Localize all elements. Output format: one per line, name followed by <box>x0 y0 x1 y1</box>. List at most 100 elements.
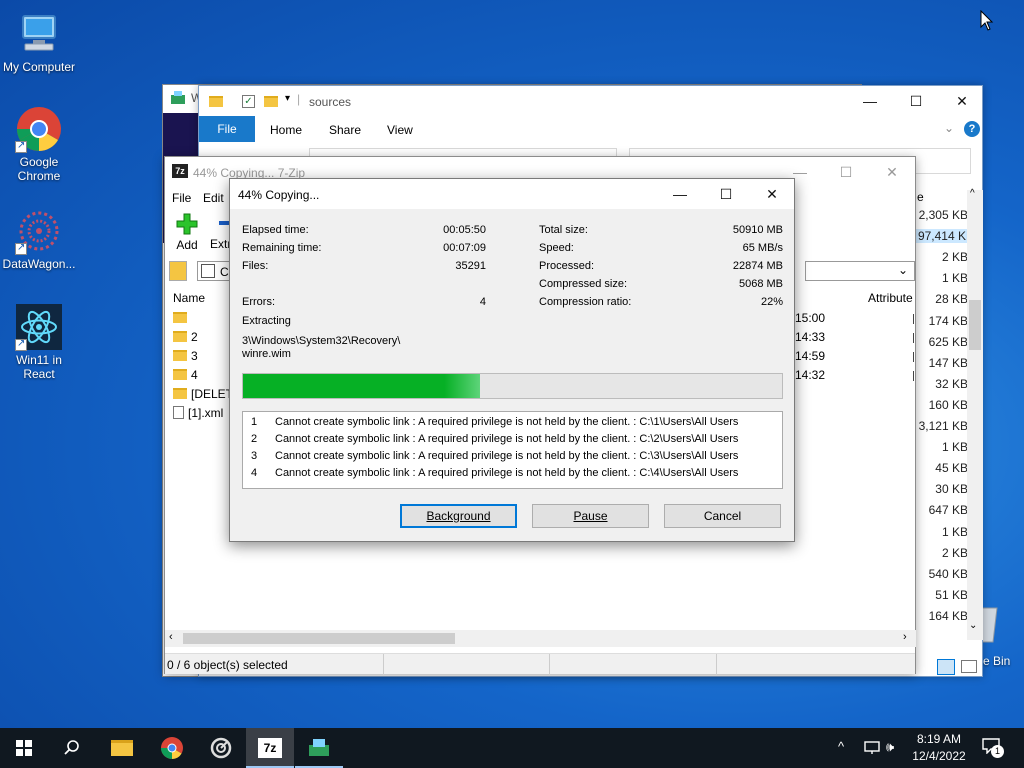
files-value: 35291 <box>455 260 486 272</box>
desktop-icon-my-computer[interactable]: My Computer <box>0 10 78 74</box>
taskbar-app-installer[interactable] <box>295 728 343 768</box>
start-button[interactable] <box>0 728 48 768</box>
action-text: Extracting <box>242 315 291 327</box>
scroll-thumb[interactable] <box>183 633 455 644</box>
shortcut-arrow-icon <box>15 337 27 351</box>
current-file: winre.wim <box>242 348 291 360</box>
search-button[interactable] <box>48 728 96 768</box>
file-modified-time: 14:59 <box>795 349 826 363</box>
log-row[interactable]: 1 Cannot create symbolic link : A require… <box>243 414 782 431</box>
taskbar: 7z ^ 🕪 8:19 AM 12/4/2022 1 <box>0 728 1024 768</box>
log-row-message: Cannot create symbolic link : A required… <box>275 450 739 462</box>
maximize-icon[interactable]: ☐ <box>703 179 749 209</box>
close-icon[interactable]: ✕ <box>749 179 795 209</box>
column-name[interactable]: Name <box>173 291 205 305</box>
chevron-left-icon[interactable]: ‹ <box>169 631 173 643</box>
windows-logo-icon <box>16 740 32 756</box>
taskbar-app-gauge[interactable] <box>197 728 245 768</box>
menu-edit[interactable]: Edit <box>203 191 224 205</box>
mouse-cursor-icon <box>980 10 994 31</box>
menu-file[interactable]: File <box>172 191 191 205</box>
chevron-down-icon[interactable]: ▾ <box>285 93 290 104</box>
minimize-icon[interactable]: — <box>657 179 703 209</box>
file-attribute-marker <box>913 333 914 343</box>
pause-button[interactable]: Pause <box>532 504 649 528</box>
maximize-icon[interactable]: ☐ <box>893 86 939 116</box>
maximize-icon[interactable]: ☐ <box>823 157 869 187</box>
chevron-down-icon[interactable]: ⌄ <box>969 620 977 631</box>
log-row-message: Cannot create symbolic link : A required… <box>275 433 739 445</box>
compression-ratio-value: 22% <box>760 296 783 308</box>
chevron-down-icon[interactable]: ⌄ <box>944 121 954 135</box>
folder-up-icon[interactable] <box>169 261 187 281</box>
taskbar-file-explorer[interactable] <box>98 728 146 768</box>
7zip-logo-icon: 7z <box>172 164 188 178</box>
log-row[interactable]: 3 Cannot create symbolic link : A require… <box>243 448 782 465</box>
app-icon <box>171 91 185 104</box>
log-row-number: 1 <box>251 416 258 428</box>
remaining-label: Remaining time: <box>242 242 322 254</box>
progress-bar <box>242 373 783 399</box>
status-bar: 0 / 6 object(s) selected <box>165 653 915 675</box>
vertical-scrollbar[interactable]: ⌄ ^ <box>967 188 983 640</box>
desktop-icon-datawagon[interactable]: DataWagon... <box>0 207 78 271</box>
desktop-icon-label: DataWagon... <box>2 257 76 271</box>
tab-view[interactable]: View <box>387 123 413 137</box>
copy-progress-dialog[interactable]: 44% Copying... — ☐ ✕ Elapsed time: 00:05… <box>229 178 795 542</box>
file-name: 4 <box>191 368 198 382</box>
clock-date[interactable]: 12/4/2022 <box>906 749 972 763</box>
notification-count: 1 <box>991 745 1004 758</box>
taskbar-7zip[interactable]: 7z <box>246 728 294 768</box>
column-attributes[interactable]: Attribute <box>868 291 913 305</box>
log-row-number: 4 <box>251 467 258 479</box>
notification-button[interactable]: 1 <box>982 738 1004 758</box>
explorer-titlebar[interactable]: ✓ ▾ | sources — ☐ ✕ <box>199 86 982 116</box>
close-icon[interactable]: ✕ <box>869 157 915 187</box>
cancel-button[interactable]: Cancel <box>664 504 781 528</box>
tab-file[interactable]: File <box>199 116 255 142</box>
7zip-logo-icon: 7z <box>258 738 282 758</box>
add-button[interactable]: Add <box>171 213 203 253</box>
drive-icon <box>201 264 215 278</box>
file-name: [1].xml <box>188 406 224 420</box>
file-name: 3 <box>191 349 198 363</box>
chevron-right-icon[interactable]: › <box>903 631 907 643</box>
tab-home[interactable]: Home <box>270 123 302 137</box>
add-label: Add <box>176 238 198 252</box>
error-log[interactable]: 1 Cannot create symbolic link : A require… <box>242 411 783 489</box>
log-row-number: 2 <box>251 433 258 445</box>
computer-icon <box>15 10 63 58</box>
chevron-up-icon[interactable]: ^ <box>838 739 844 754</box>
help-icon[interactable]: ? <box>964 121 980 137</box>
horizontal-scrollbar[interactable]: ‹ › <box>165 630 916 647</box>
log-row[interactable]: 2 Cannot create symbolic link : A require… <box>243 431 782 448</box>
desktop-icon-google-chrome[interactable]: Google Chrome <box>0 105 78 183</box>
new-folder-icon[interactable] <box>264 96 278 107</box>
dialog-titlebar[interactable]: 44% Copying... — ☐ ✕ <box>230 179 794 209</box>
background-button[interactable]: Background <box>400 504 517 528</box>
large-icons-view-icon[interactable] <box>961 660 977 673</box>
clock-time[interactable]: 8:19 AM <box>906 732 972 746</box>
desktop-icon-label: Google Chrome <box>17 155 61 183</box>
volume-icon[interactable]: 🕪 <box>886 739 894 755</box>
desktop-icon-win11-in-react[interactable]: Win11 in React <box>0 303 78 381</box>
properties-icon[interactable]: ✓ <box>242 95 255 108</box>
log-row-message: Cannot create symbolic link : A required… <box>275 467 739 479</box>
taskbar-chrome[interactable] <box>148 728 196 768</box>
datawagon-icon <box>15 207 63 255</box>
progress-fill <box>243 374 481 398</box>
minimize-icon[interactable]: — <box>847 86 893 116</box>
address-dropdown[interactable]: ⌄ <box>805 261 915 281</box>
chevron-up-icon[interactable]: ^ <box>970 188 975 199</box>
close-icon[interactable]: ✕ <box>939 86 985 116</box>
details-view-icon[interactable] <box>937 659 955 675</box>
dialog-title: 44% Copying... <box>238 188 320 202</box>
tab-share[interactable]: Share <box>329 123 361 137</box>
log-row[interactable]: 4 Cannot create symbolic link : A require… <box>243 465 782 482</box>
network-icon[interactable] <box>864 741 880 755</box>
compressed-size-label: Compressed size: <box>539 278 628 290</box>
scroll-thumb[interactable] <box>969 300 981 350</box>
file-modified-time: 14:32 <box>795 368 826 382</box>
processed-value: 22874 MB <box>732 260 783 272</box>
shortcut-arrow-icon <box>15 139 27 153</box>
